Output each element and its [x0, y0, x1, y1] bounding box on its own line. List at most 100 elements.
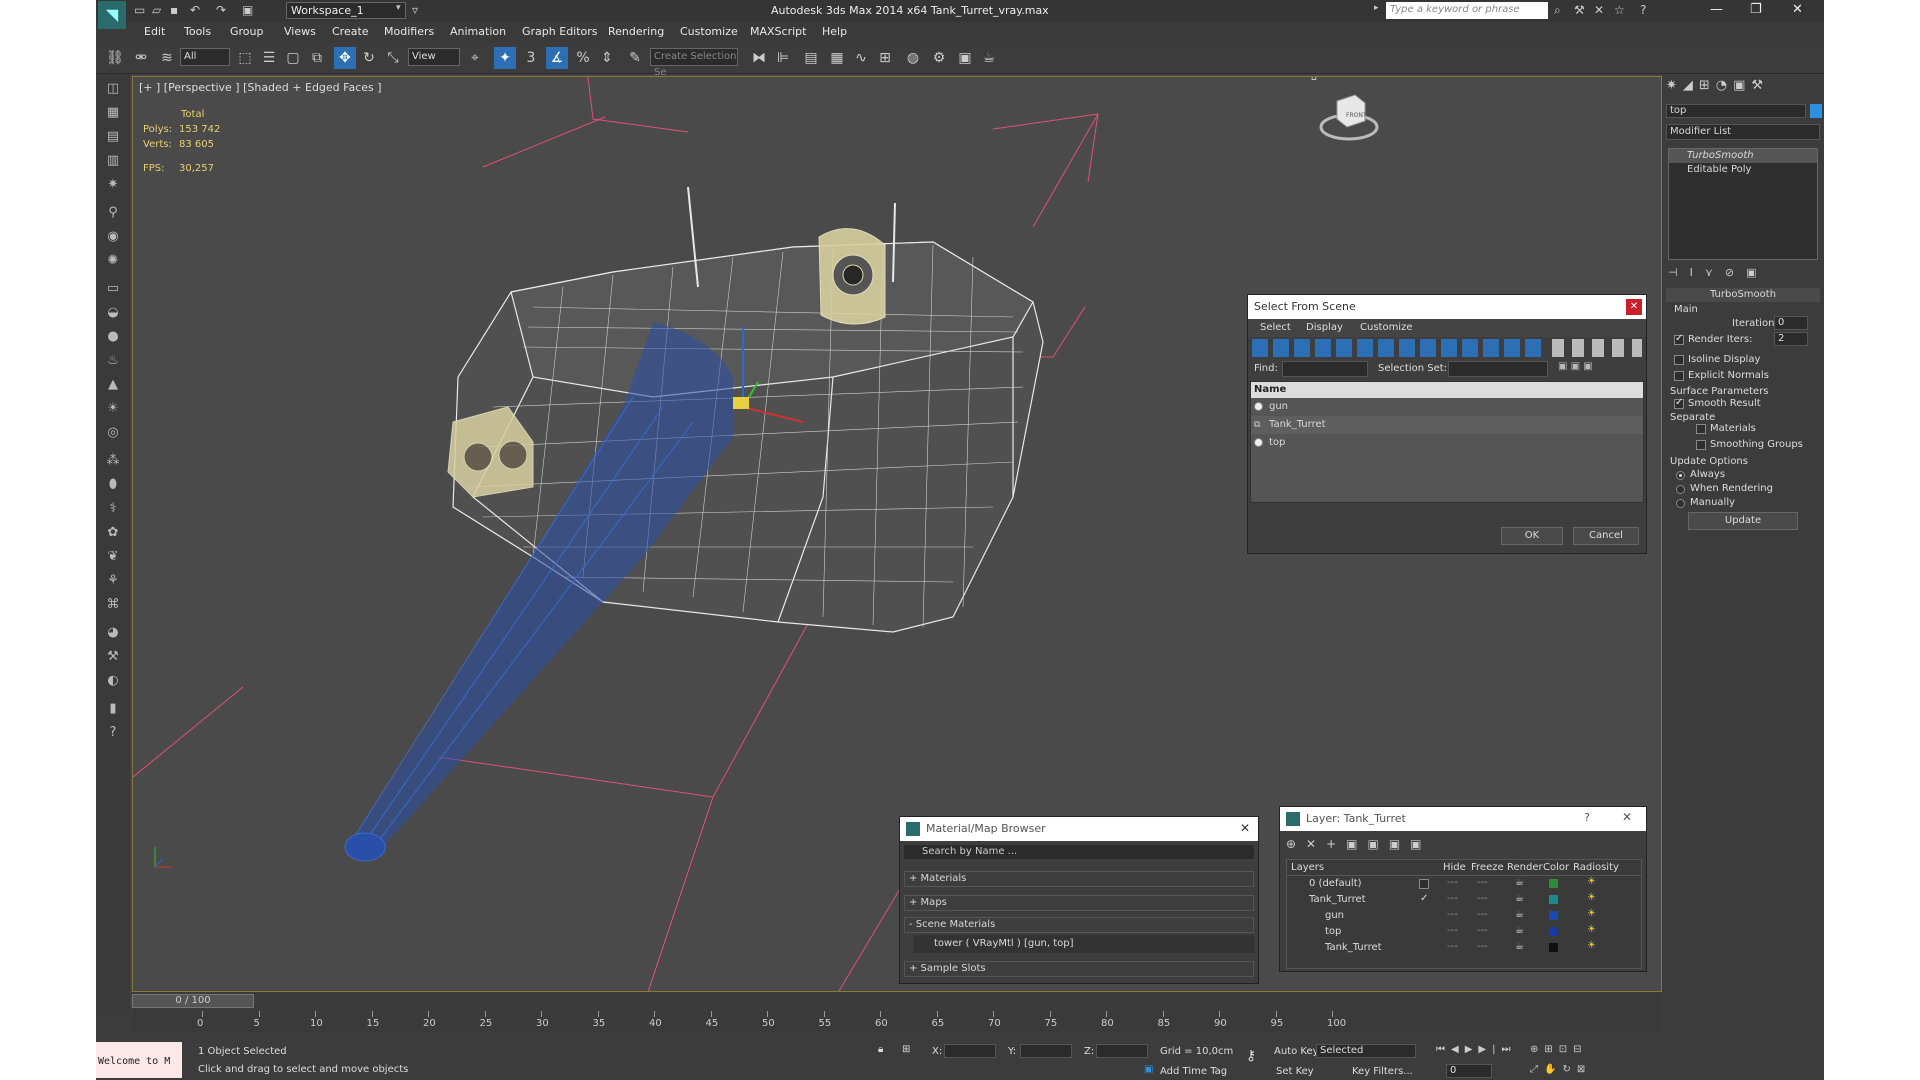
vray-icon[interactable]: ◐	[102, 670, 124, 692]
absolute-mode-icon[interactable]: ⊞	[902, 1044, 910, 1055]
freeze-toggle[interactable]: ---	[1477, 925, 1488, 936]
update-button[interactable]: Update	[1688, 512, 1798, 530]
menu-rendering[interactable]: Rendering	[608, 25, 664, 38]
teapot-icon[interactable]: ♨	[102, 350, 124, 372]
col-hide[interactable]: Hide	[1443, 862, 1466, 873]
stack-item-editable-poly[interactable]: Editable Poly	[1669, 163, 1817, 177]
cancel-button[interactable]: Cancel	[1573, 527, 1639, 545]
smooth-result-checkbox[interactable]	[1674, 397, 1684, 409]
isoline-checkbox[interactable]	[1674, 355, 1684, 365]
redo-icon[interactable]: ↷	[216, 3, 226, 17]
layer-explorer-icon[interactable]: ▤	[102, 126, 124, 148]
materials-section[interactable]: + Materials	[904, 871, 1254, 887]
radiosity-icon[interactable]: ☀	[1587, 876, 1596, 887]
render-iters-spinner[interactable]: 2	[1774, 332, 1808, 346]
time-slider-thumb[interactable]: 0 / 100	[132, 994, 254, 1008]
close-icon[interactable]: ✕	[1626, 299, 1642, 315]
key-filters-button[interactable]: Key Filters...	[1352, 1066, 1413, 1077]
key-mode-dropdown[interactable]: Selected	[1316, 1044, 1416, 1058]
help-icon[interactable]: ?	[1584, 811, 1590, 824]
spinner-snap-icon[interactable]: ⇕	[596, 47, 618, 69]
hide-toggle[interactable]: ---	[1447, 925, 1458, 936]
omni-light-icon[interactable]: ◎	[102, 422, 124, 444]
layer-color-swatch[interactable]	[1549, 895, 1558, 904]
layer-color-swatch[interactable]	[1549, 943, 1558, 952]
ok-button[interactable]: OK	[1501, 527, 1563, 545]
sfs-menu-select[interactable]: Select	[1260, 322, 1291, 333]
pivot-center-icon[interactable]: ⌖	[464, 47, 486, 69]
sample-slots-section[interactable]: + Sample Slots	[904, 961, 1254, 977]
wrench-icon[interactable]: ⚒	[102, 646, 124, 668]
render-teapot-icon[interactable]: ☕	[1515, 925, 1524, 936]
table-row[interactable]: 0 (default) --- --- ☕ ☀	[1287, 876, 1641, 892]
render-teapot-icon[interactable]: ☕	[1515, 941, 1524, 952]
list-item[interactable]: ⧉ Tank_Turret	[1251, 416, 1643, 434]
window-crossing-icon[interactable]: ⧉	[306, 47, 328, 69]
render-setup-icon[interactable]: ⚙	[928, 47, 950, 69]
sound-icon[interactable]: ◉	[102, 226, 124, 248]
rectangular-selection-icon[interactable]: ▢	[282, 47, 304, 69]
key-icon[interactable]: ⚷	[1246, 1048, 1256, 1064]
light-icon[interactable]: ✷	[102, 174, 124, 196]
menu-views[interactable]: Views	[284, 25, 316, 38]
capsule-icon[interactable]: ⬮	[102, 474, 124, 496]
maxscript-listener[interactable]: Welcome to M	[96, 1042, 182, 1078]
col-radiosity[interactable]: Radiosity	[1573, 862, 1619, 873]
graphite-ribbon-icon[interactable]: ▦	[826, 47, 848, 69]
stack-item-turbosmooth[interactable]: TurboSmooth	[1669, 149, 1817, 163]
save-file-icon[interactable]: ▪	[170, 3, 178, 17]
add-time-tag[interactable]: Add Time Tag	[1160, 1066, 1227, 1077]
menu-graph-editors[interactable]: Graph Editors	[522, 25, 598, 38]
search-expand-icon[interactable]: ▸	[1374, 3, 1379, 13]
menu-help[interactable]: Help	[822, 25, 847, 38]
workspace-dropdown[interactable]: Workspace_1	[286, 2, 406, 19]
angle-snap-icon[interactable]: ∡	[546, 47, 568, 69]
hide-toggle[interactable]: ---	[1447, 877, 1458, 888]
viewcube[interactable]: FRONT	[1319, 85, 1379, 145]
menu-create[interactable]: Create	[332, 25, 369, 38]
set-key-button[interactable]: Set Key	[1276, 1066, 1314, 1077]
manually-radio[interactable]	[1676, 499, 1685, 508]
always-radio[interactable]	[1676, 471, 1685, 480]
x-coord-field[interactable]	[944, 1044, 996, 1058]
lock-selection-icon[interactable]: 🔒︎	[878, 1044, 883, 1055]
sfs-menu-display[interactable]: Display	[1306, 322, 1343, 333]
favorites-star-icon[interactable]: ☆	[1614, 3, 1625, 17]
time-slider[interactable]: 0 / 100	[132, 992, 1662, 1010]
layer-toolbar-icons[interactable]: ⊕✕+▣▣▣▣	[1286, 837, 1466, 853]
scene-explorer-icon[interactable]: ▦	[102, 102, 124, 124]
display-filter-icons[interactable]	[1252, 339, 1542, 357]
list-item[interactable]: gun	[1251, 398, 1643, 416]
selection-filter-dropdown[interactable]: All	[180, 48, 230, 66]
close-icon[interactable]: ✕	[1792, 2, 1803, 17]
help-search-input[interactable]: Type a keyword or phrase	[1386, 2, 1548, 19]
layer-color-swatch[interactable]	[1549, 927, 1558, 936]
container-icon[interactable]: ◫	[102, 78, 124, 100]
subscription-icon[interactable]: ⚒	[1574, 3, 1585, 17]
maps-section[interactable]: + Maps	[904, 895, 1254, 911]
material-editor-icon[interactable]: ◍	[902, 47, 924, 69]
hide-toggle[interactable]: ---	[1447, 909, 1458, 920]
table-row[interactable]: Tank_Turret --- --- ☕ ☀	[1287, 940, 1641, 956]
playback-controls-icons[interactable]: ⏮◀▶▶|⏭	[1436, 1044, 1516, 1055]
selection-set-dropdown[interactable]	[1448, 361, 1548, 377]
time-tag-icon[interactable]: ▣	[1144, 1064, 1153, 1075]
y-coord-field[interactable]	[1020, 1044, 1072, 1058]
help-circle-icon[interactable]: ?	[102, 722, 124, 744]
freeze-toggle[interactable]: ---	[1477, 909, 1488, 920]
select-and-scale-icon[interactable]: ⤡	[382, 47, 404, 69]
edit-named-selection-icon[interactable]: ✎	[624, 47, 646, 69]
undo-icon[interactable]: ↶	[190, 3, 200, 17]
new-file-icon[interactable]: ▭	[134, 3, 145, 17]
radiosity-icon[interactable]: ☀	[1587, 908, 1596, 919]
render-teapot-icon[interactable]: ☕	[1515, 877, 1524, 888]
particles-icon[interactable]: ⁂	[102, 450, 124, 472]
hide-toggle[interactable]: ---	[1447, 941, 1458, 952]
chevron-down-icon[interactable]: ▾	[396, 3, 401, 13]
command-panel-tabs[interactable]: ✷◢⊞◔▣⚒	[1666, 78, 1820, 96]
box-icon[interactable]: ▭	[102, 278, 124, 300]
named-selection-dropdown[interactable]: Create Selection Se	[650, 48, 738, 78]
dynamics-icon[interactable]: ✺	[102, 250, 124, 272]
list-item[interactable]: top	[1251, 434, 1643, 452]
cloth-icon[interactable]: ⌘	[102, 594, 124, 616]
